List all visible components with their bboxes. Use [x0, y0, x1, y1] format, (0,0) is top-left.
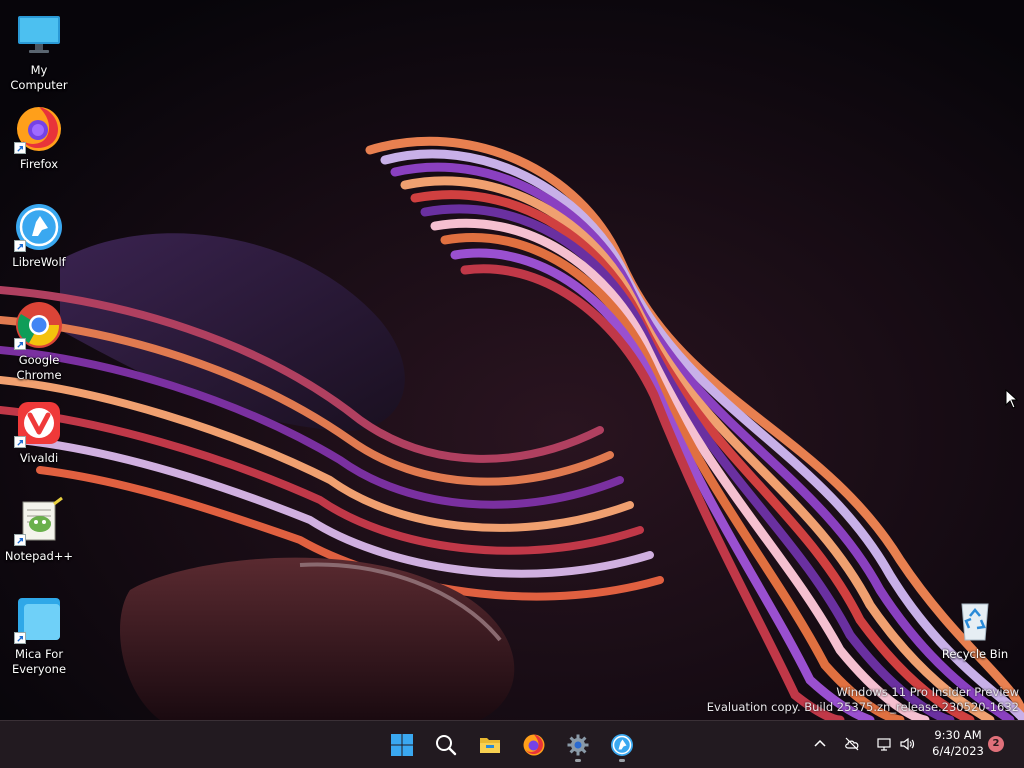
- search-button[interactable]: [428, 727, 464, 763]
- recycle-bin-icon: [950, 594, 1000, 644]
- icon-label: Notepad++: [4, 549, 74, 563]
- shortcut-arrow-icon: [14, 436, 26, 448]
- network-button[interactable]: [873, 733, 895, 755]
- wallpaper: [0, 0, 1024, 720]
- network-icon: [877, 738, 891, 751]
- monitor-icon: [14, 10, 64, 60]
- librewolf-taskbar-button[interactable]: [604, 727, 640, 763]
- running-indicator: [619, 759, 625, 762]
- desktop-icon-my-computer[interactable]: My Computer: [1, 10, 77, 93]
- desktop[interactable]: My Computer Firefox LibreWolf Google Chr…: [0, 0, 1024, 720]
- icon-label: Firefox: [19, 157, 59, 171]
- cloud-offline-icon: [845, 737, 859, 751]
- speaker-icon: [900, 737, 915, 751]
- watermark-line-2: Evaluation copy. Build 25375.zn_release.…: [706, 700, 1019, 714]
- shortcut-arrow-icon: [14, 534, 26, 546]
- icon-label: LibreWolf: [12, 255, 66, 269]
- running-indicator: [575, 759, 581, 762]
- icon-label: Vivaldi: [19, 451, 59, 465]
- librewolf-icon: [611, 734, 633, 756]
- start-button[interactable]: [384, 727, 420, 763]
- shortcut-arrow-icon: [14, 632, 26, 644]
- clock-date: 6/4/2023: [932, 744, 984, 758]
- volume-button[interactable]: [896, 733, 918, 755]
- icon-label: My Computer: [10, 63, 68, 92]
- icon-label: Recycle Bin: [941, 647, 1009, 661]
- vivaldi-icon: [14, 398, 64, 448]
- shortcut-arrow-icon: [14, 338, 26, 350]
- settings-taskbar-button[interactable]: [560, 727, 596, 763]
- onedrive-status-button[interactable]: [841, 733, 863, 755]
- desktop-icon-google-chrome[interactable]: Google Chrome: [1, 300, 77, 383]
- firefox-taskbar-button[interactable]: [516, 727, 552, 763]
- clock-button[interactable]: 9:30 AM 6/4/2023: [925, 727, 991, 759]
- folder-icon: [480, 738, 500, 753]
- mouse-cursor-icon: [1005, 389, 1019, 409]
- desktop-icon-notepadpp[interactable]: Notepad++: [1, 496, 77, 564]
- firefox-icon: [14, 104, 64, 154]
- clock-time: 9:30 AM: [934, 728, 982, 742]
- chrome-icon: [14, 300, 64, 350]
- desktop-icon-vivaldi[interactable]: Vivaldi: [1, 398, 77, 466]
- file-explorer-button[interactable]: [472, 727, 508, 763]
- search-icon: [436, 735, 457, 756]
- mica-icon: [14, 594, 64, 644]
- firefox-icon: [523, 734, 545, 756]
- desktop-icon-librewolf[interactable]: LibreWolf: [1, 202, 77, 270]
- shortcut-arrow-icon: [14, 240, 26, 252]
- taskbar: 9:30 AM 6/4/2023 2: [0, 720, 1024, 768]
- desktop-icon-recycle-bin[interactable]: Recycle Bin: [937, 594, 1013, 662]
- icon-label: Mica For Everyone: [11, 647, 67, 676]
- notification-badge[interactable]: 2: [988, 736, 1004, 752]
- watermark-line-1: Windows 11 Pro Insider Preview: [836, 685, 1019, 699]
- evaluation-watermark: Windows 11 Pro Insider Preview Evaluatio…: [707, 685, 1019, 715]
- windows-logo-icon: [391, 734, 413, 756]
- gear-icon: [567, 734, 589, 756]
- notepadpp-icon: [14, 496, 64, 546]
- chevron-up-icon: [814, 739, 826, 747]
- shortcut-arrow-icon: [14, 142, 26, 154]
- desktop-icon-firefox[interactable]: Firefox: [1, 104, 77, 172]
- show-hidden-icons-button[interactable]: [809, 733, 831, 755]
- icon-label: Google Chrome: [16, 353, 62, 382]
- librewolf-icon: [14, 202, 64, 252]
- desktop-icon-mica-for-everyone[interactable]: Mica For Everyone: [1, 594, 77, 677]
